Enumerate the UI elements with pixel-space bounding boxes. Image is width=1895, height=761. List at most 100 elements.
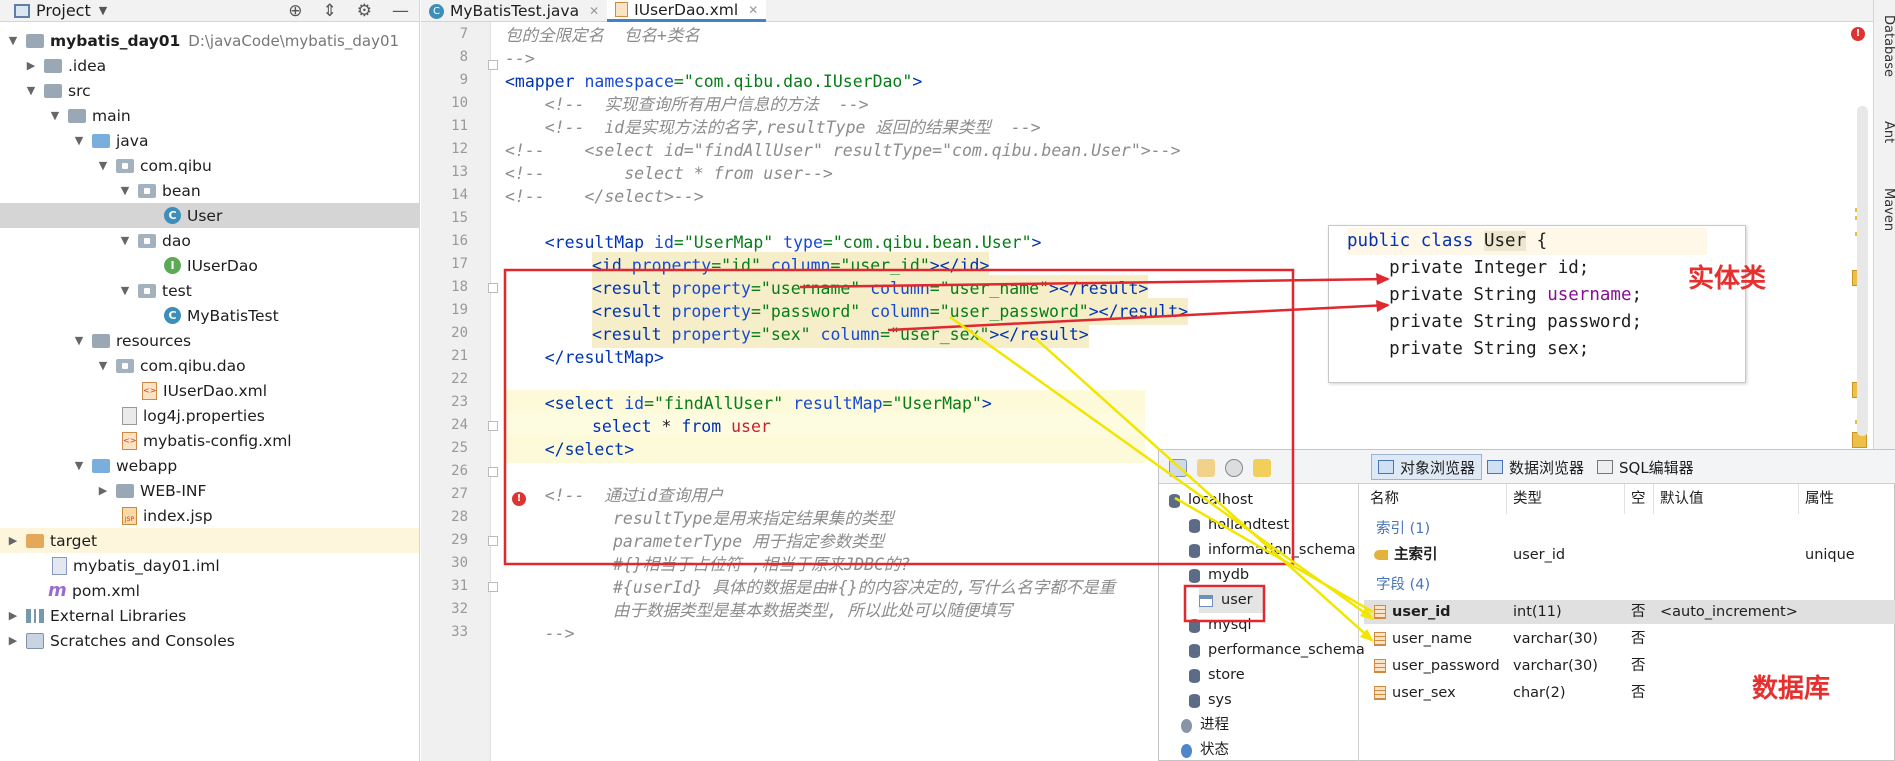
db-node-store[interactable]: store bbox=[1189, 663, 1245, 688]
chevron-down-icon[interactable]: ▼ bbox=[72, 459, 86, 472]
chevron-down-icon[interactable]: ▼ bbox=[118, 184, 132, 197]
table-row[interactable]: user_id int(11) 否 <auto_increment> bbox=[1364, 600, 1895, 624]
tree-item-pom[interactable]: m pom.xml bbox=[0, 578, 419, 603]
node-label: mysql bbox=[1208, 617, 1252, 633]
tree-item-webapp[interactable]: ▼ webapp bbox=[0, 453, 419, 478]
collapse-all-icon[interactable]: ⇕ bbox=[323, 1, 337, 21]
tree-item-src[interactable]: ▼ src bbox=[0, 78, 419, 103]
tree-view-icon[interactable] bbox=[1169, 459, 1187, 477]
tree-item-dao[interactable]: ▼ dao bbox=[0, 228, 419, 253]
db-node-status[interactable]: 状态 bbox=[1181, 738, 1229, 761]
fold-marker-icon[interactable] bbox=[488, 536, 498, 546]
tree-item-iml[interactable]: mybatis_day01.iml bbox=[0, 553, 419, 578]
tree-item-bean[interactable]: ▼ bean bbox=[0, 178, 419, 203]
db-node-user-table[interactable]: user bbox=[1199, 588, 1265, 613]
code-token: { bbox=[1526, 231, 1548, 251]
db-node-information-schema[interactable]: information_schema bbox=[1189, 538, 1356, 563]
project-panel-header[interactable]: Project ▼ ⊕ ⇕ ⚙ — bbox=[0, 0, 419, 22]
tree-item-user[interactable]: C User bbox=[0, 203, 419, 228]
tree-item-iuserdao[interactable]: I IUserDao bbox=[0, 253, 419, 278]
locate-icon[interactable]: ⊕ bbox=[288, 1, 302, 21]
column-header[interactable]: 类型 bbox=[1507, 484, 1625, 514]
chevron-right-icon[interactable]: ▶ bbox=[6, 534, 20, 547]
db-node-mydb[interactable]: mydb bbox=[1189, 563, 1249, 588]
chevron-right-icon[interactable]: ▶ bbox=[6, 609, 20, 622]
tree-item-target[interactable]: ▶ target bbox=[0, 528, 419, 553]
column-header[interactable]: 名称 bbox=[1364, 484, 1507, 514]
error-stripe-icon[interactable]: ! bbox=[1851, 27, 1865, 41]
tab-iuserdao-xml[interactable]: IUserDao.xml ✕ bbox=[607, 0, 767, 22]
tree-item-external-libraries[interactable]: ▶ External Libraries bbox=[0, 603, 419, 628]
chevron-right-icon[interactable]: ▶ bbox=[96, 484, 110, 497]
fold-marker-icon[interactable] bbox=[488, 60, 498, 70]
chevron-down-icon[interactable]: ▼ bbox=[24, 84, 38, 97]
tree-item-test[interactable]: ▼ test bbox=[0, 278, 419, 303]
tree-item-com-qibu[interactable]: ▼ com.qibu bbox=[0, 153, 419, 178]
tree-item-web-inf[interactable]: ▶ WEB-INF bbox=[0, 478, 419, 503]
error-icon[interactable]: ! bbox=[512, 492, 526, 506]
line-number: 30 bbox=[451, 555, 468, 571]
tree-item-java[interactable]: ▼ java bbox=[0, 128, 419, 153]
tree-item-iuserdao-xml[interactable]: <> IUserDao.xml bbox=[0, 378, 419, 403]
chevron-right-icon[interactable]: ▶ bbox=[24, 59, 38, 72]
column-header[interactable]: 属性 bbox=[1799, 484, 1895, 514]
db-node-localhost[interactable]: localhost bbox=[1169, 488, 1253, 513]
database-tool-tab[interactable]: Database bbox=[1874, 6, 1895, 86]
column-header[interactable]: 空 bbox=[1625, 484, 1654, 514]
fold-marker-icon[interactable] bbox=[488, 421, 498, 431]
ant-tool-tab[interactable]: Ant bbox=[1874, 110, 1895, 155]
tree-item-resources[interactable]: ▼ resources bbox=[0, 328, 419, 353]
index-row[interactable]: 主索引 user_id unique bbox=[1364, 543, 1895, 567]
tree-item-idea[interactable]: ▶ .idea bbox=[0, 53, 419, 78]
sql-editor-button[interactable]: SQL编辑器 bbox=[1591, 454, 1700, 480]
code-token: namespace bbox=[584, 72, 674, 91]
fold-marker-icon[interactable] bbox=[488, 582, 498, 592]
tab-mybatistest[interactable]: C MyBatisTest.java ✕ bbox=[421, 0, 607, 22]
tree-item-index-jsp[interactable]: JSP index.jsp bbox=[0, 503, 419, 528]
db-node-hollandtest[interactable]: hollandtest bbox=[1189, 513, 1289, 538]
close-icon[interactable]: ✕ bbox=[589, 4, 599, 18]
tree-item-mybatis-config[interactable]: <> mybatis-config.xml bbox=[0, 428, 419, 453]
gear-icon[interactable]: ⚙ bbox=[357, 1, 372, 21]
tree-item-com-qibu-dao[interactable]: ▼ com.qibu.dao bbox=[0, 353, 419, 378]
tree-item-project-root[interactable]: ▼ mybatis_day01 D:\javaCode\mybatis_day0… bbox=[0, 28, 419, 53]
index-section-header[interactable]: 索引 (1) bbox=[1376, 516, 1430, 542]
cell: user_name bbox=[1392, 631, 1472, 647]
minimize-icon[interactable]: — bbox=[392, 1, 409, 21]
db-node-processes[interactable]: 进程 bbox=[1181, 713, 1229, 738]
button-label: 对象浏览器 bbox=[1400, 458, 1476, 477]
table-row[interactable]: user_name varchar(30) 否 bbox=[1364, 627, 1895, 651]
fold-marker-icon[interactable] bbox=[488, 467, 498, 477]
clock-icon[interactable] bbox=[1225, 459, 1243, 477]
chevron-down-icon[interactable]: ▼ bbox=[118, 284, 132, 297]
db-node-sys[interactable]: sys bbox=[1189, 688, 1232, 713]
hand-icon[interactable] bbox=[1197, 459, 1215, 477]
tree-item-main[interactable]: ▼ main bbox=[0, 103, 419, 128]
data-browser-button[interactable]: 数据浏览器 bbox=[1481, 454, 1590, 480]
code-token: ="sex" bbox=[750, 325, 821, 344]
object-browser-button[interactable]: 对象浏览器 bbox=[1371, 454, 1483, 480]
chevron-right-icon[interactable]: ▶ bbox=[6, 634, 20, 647]
package-icon bbox=[116, 158, 134, 173]
tree-item-log4j[interactable]: log4j.properties bbox=[0, 403, 419, 428]
chevron-down-icon[interactable]: ▼ bbox=[118, 234, 132, 247]
chevron-down-icon[interactable]: ▼ bbox=[6, 34, 20, 47]
footprints-icon[interactable] bbox=[1253, 459, 1271, 477]
maven-tool-tab[interactable]: Maven bbox=[1874, 180, 1895, 240]
node-label: hollandtest bbox=[1208, 517, 1290, 533]
chevron-down-icon[interactable]: ▼ bbox=[96, 359, 110, 372]
chevron-down-icon[interactable]: ▼ bbox=[96, 159, 110, 172]
column-header[interactable]: 默认值 bbox=[1654, 484, 1799, 514]
editor-scrollbar[interactable] bbox=[1857, 106, 1868, 436]
tree-item-mybatistest[interactable]: C MyBatisTest bbox=[0, 303, 419, 328]
fold-marker-icon[interactable] bbox=[488, 283, 498, 293]
chevron-down-icon[interactable]: ▼ bbox=[48, 109, 62, 122]
chevron-down-icon[interactable]: ▼ bbox=[72, 134, 86, 147]
chevron-down-icon[interactable]: ▼ bbox=[99, 4, 107, 17]
fields-section-header[interactable]: 字段 (4) bbox=[1376, 572, 1430, 598]
close-icon[interactable]: ✕ bbox=[748, 3, 758, 17]
chevron-down-icon[interactable]: ▼ bbox=[72, 334, 86, 347]
db-node-performance-schema[interactable]: performance_schema bbox=[1189, 638, 1365, 663]
db-node-mysql[interactable]: mysql bbox=[1189, 613, 1252, 638]
tree-item-scratches[interactable]: ▶ Scratches and Consoles bbox=[0, 628, 419, 653]
